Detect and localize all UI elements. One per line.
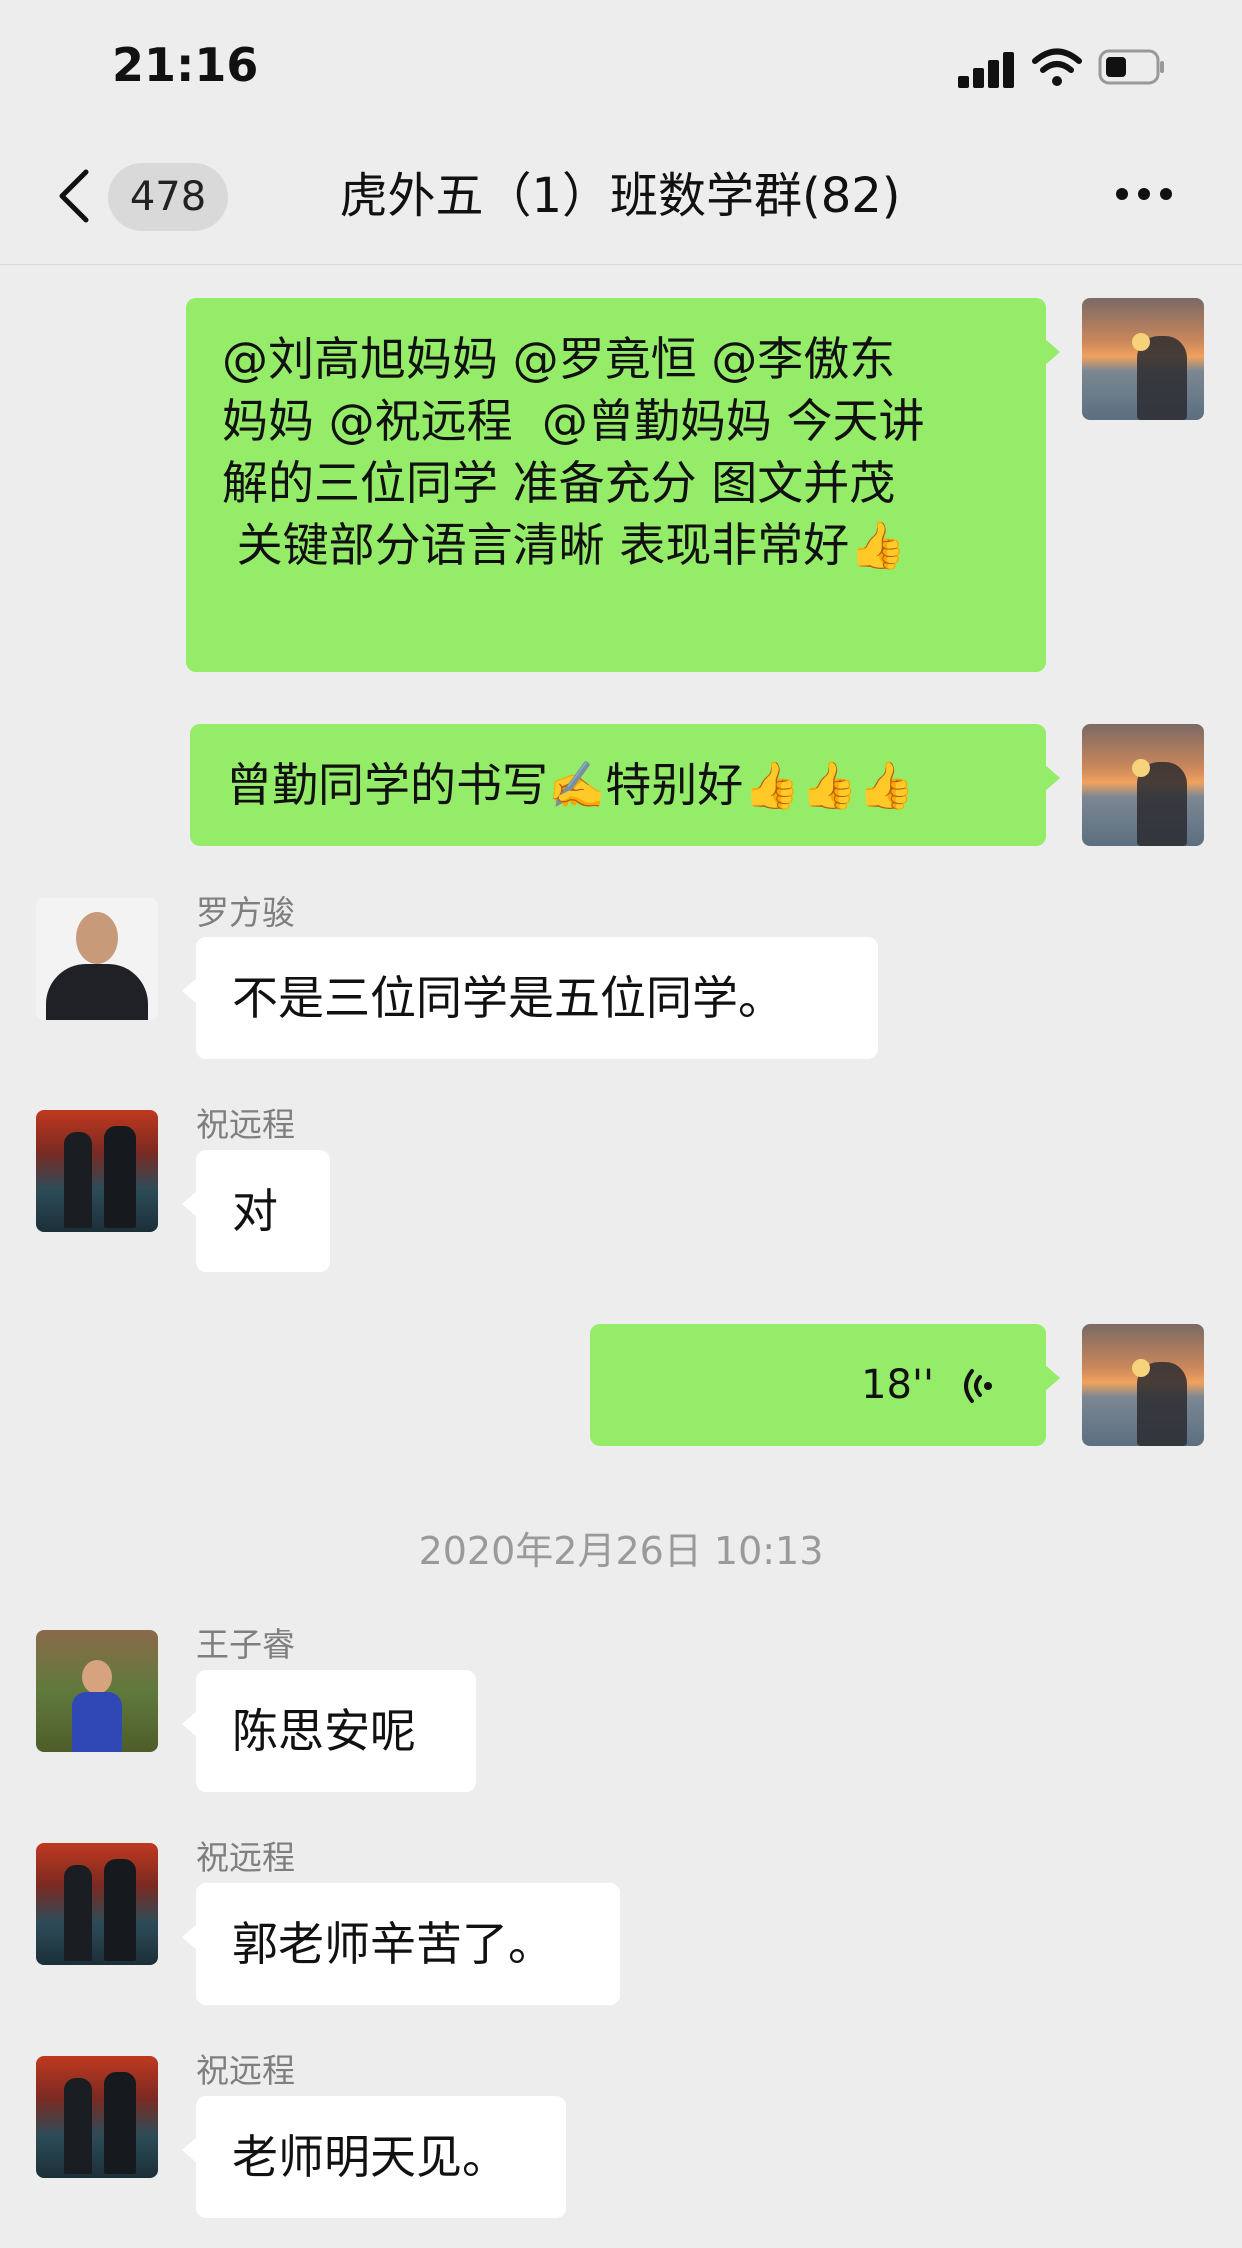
message-line: 解的三位同学 准备充分 图文并茂 xyxy=(222,456,896,510)
message-text: 陈思安呢 xyxy=(232,1704,416,1758)
nav-divider xyxy=(0,264,1242,265)
self-avatar[interactable] xyxy=(1082,298,1204,420)
self-avatar[interactable] xyxy=(1082,1324,1204,1446)
message-text: 老师明天见。 xyxy=(232,2130,508,2184)
status-time: 21:16 xyxy=(112,38,259,92)
sender-name: 祝远程 xyxy=(196,1105,295,1144)
more-dots-icon[interactable] xyxy=(1114,188,1174,208)
message-bubble-other[interactable]: 不是三位同学是五位同学。 xyxy=(182,937,878,1059)
message-line: 妈妈 @祝远程 @曾勤妈妈 今天讲 xyxy=(222,394,925,448)
unread-count-badge[interactable]: 478 xyxy=(108,163,228,231)
sender-name: 祝远程 xyxy=(196,2051,295,2090)
contact-avatar[interactable] xyxy=(36,1630,158,1752)
message-text: 曾勤同学的书写✍️特别好👍👍👍 xyxy=(226,758,916,812)
contact-avatar[interactable] xyxy=(36,898,158,1020)
sender-name: 罗方骏 xyxy=(196,893,295,932)
message-bubble-other[interactable]: 老师明天见。 xyxy=(182,2096,566,2218)
voice-message-bubble[interactable]: 18'' xyxy=(590,1324,1060,1446)
contact-avatar[interactable] xyxy=(36,1110,158,1232)
message-line: @刘高旭妈妈 @罗竟恒 @李傲东 xyxy=(222,332,896,386)
chat-title: 虎外五（1）班数学群(82) xyxy=(339,168,901,224)
message-bubble-other[interactable]: 对 xyxy=(182,1150,330,1272)
voice-wave-icon xyxy=(964,1369,992,1403)
cellular-signal-icon xyxy=(958,52,1016,88)
message-bubble-self[interactable]: @刘高旭妈妈 @罗竟恒 @李傲东 妈妈 @祝远程 @曾勤妈妈 今天讲 解的三位同… xyxy=(186,298,1060,672)
contact-avatar[interactable] xyxy=(36,1843,158,1965)
sender-name: 祝远程 xyxy=(196,1838,295,1877)
message-text: 郭老师辛苦了。 xyxy=(232,1917,554,1971)
chat-timestamp: 2020年2月26日 10:13 xyxy=(418,1529,824,1573)
chevron-left-icon[interactable] xyxy=(54,166,94,226)
message-line: 关键部分语言清晰 表现非常好👍 xyxy=(222,518,907,572)
voice-duration: 18'' xyxy=(861,1362,934,1408)
message-text: 不是三位同学是五位同学。 xyxy=(232,971,784,1025)
contact-avatar[interactable] xyxy=(36,2056,158,2178)
message-bubble-other[interactable]: 陈思安呢 xyxy=(182,1670,476,1792)
wifi-icon xyxy=(1032,48,1082,86)
message-bubble-other[interactable]: 郭老师辛苦了。 xyxy=(182,1883,620,2005)
message-text: 对 xyxy=(232,1184,278,1238)
message-bubble-self[interactable]: 曾勤同学的书写✍️特别好👍👍👍 xyxy=(190,724,1060,846)
sender-name: 王子睿 xyxy=(196,1625,295,1664)
battery-icon xyxy=(1098,49,1164,85)
self-avatar[interactable] xyxy=(1082,724,1204,846)
